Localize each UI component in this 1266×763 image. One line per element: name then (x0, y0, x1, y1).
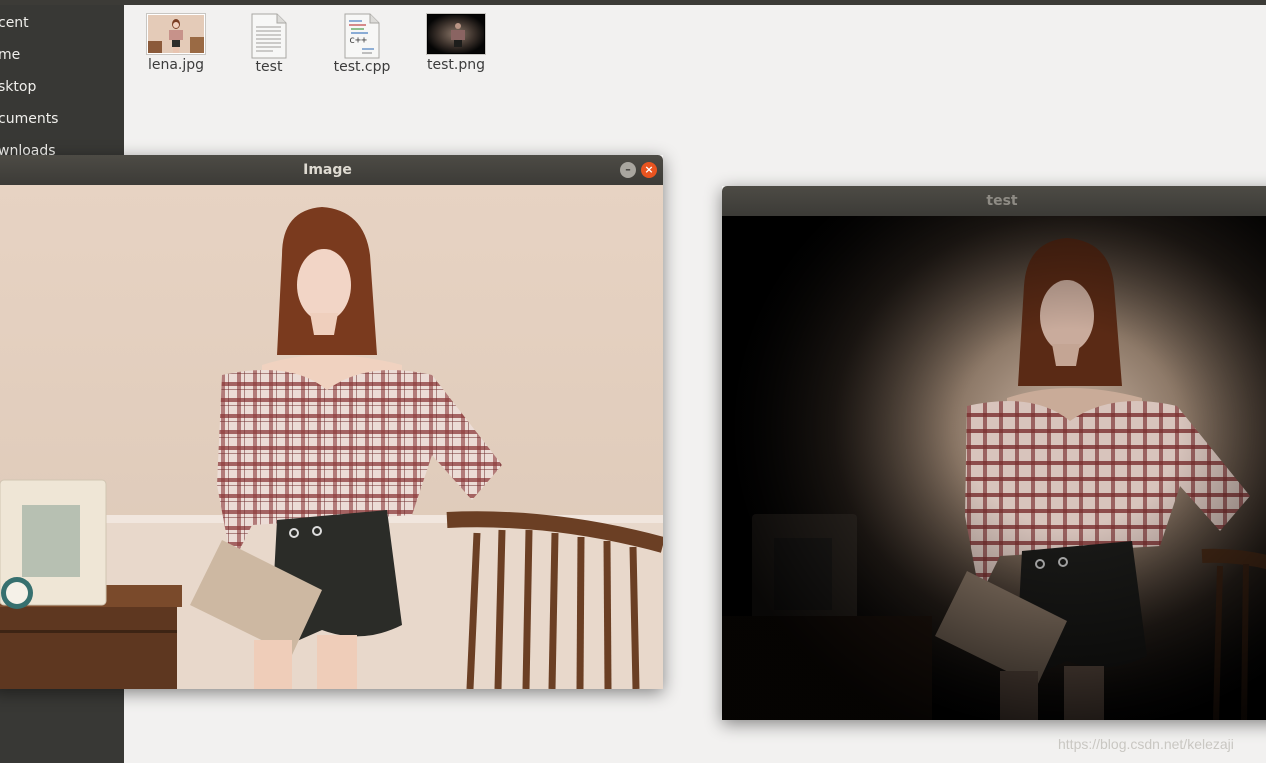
image-window: Image – × (0, 155, 663, 689)
window-titlebar[interactable]: test (722, 186, 1266, 216)
text-document-icon (251, 13, 287, 59)
image-canvas (0, 185, 663, 689)
test-window: test (722, 186, 1266, 720)
sidebar-item-documents[interactable]: cuments (0, 105, 58, 133)
close-button[interactable]: × (641, 162, 657, 178)
cpp-badge: c++ (349, 35, 368, 46)
cpp-source-icon: c++ (344, 13, 380, 59)
sidebar-item-home[interactable]: me (0, 41, 20, 69)
file-item-test-png[interactable]: test.png (411, 13, 501, 73)
file-name: test.png (427, 57, 485, 73)
file-name: test (255, 59, 283, 75)
file-item-test-cpp[interactable]: c++ test.cpp (317, 13, 407, 75)
file-item-test[interactable]: test (224, 13, 314, 75)
sidebar-item-desktop[interactable]: sktop (0, 73, 36, 101)
file-name: test.cpp (333, 59, 391, 75)
sidebar-item-recent[interactable]: cent (0, 9, 29, 37)
portrait-photo (0, 185, 663, 689)
window-titlebar[interactable]: Image – × (0, 155, 663, 185)
image-canvas (722, 216, 1266, 720)
window-title: Image (303, 162, 352, 178)
file-name: lena.jpg (147, 57, 205, 73)
vignetted-photo (722, 216, 1266, 720)
dark-photo-thumbnail-icon (426, 13, 486, 55)
file-item-lena-jpg[interactable]: lena.jpg (131, 13, 221, 73)
watermark-text: https://blog.csdn.net/kelezaji (1058, 736, 1234, 752)
minimize-button[interactable]: – (620, 162, 636, 178)
window-title: test (986, 193, 1018, 209)
photo-thumbnail-icon (146, 13, 206, 55)
